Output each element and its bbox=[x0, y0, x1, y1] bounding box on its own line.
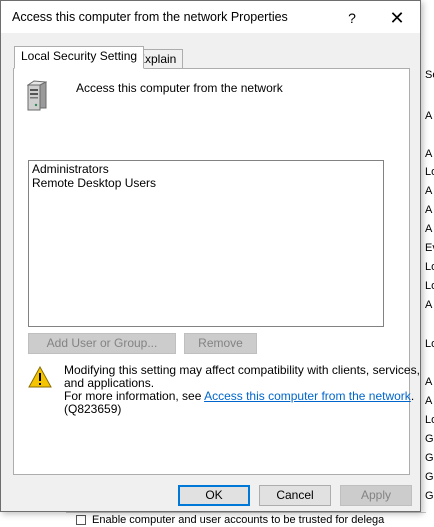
policy-help-link[interactable]: Access this computer from the network bbox=[204, 389, 411, 403]
bg-checkbox bbox=[76, 515, 86, 525]
title-bar[interactable]: Access this computer from the network Pr… bbox=[1, 1, 420, 33]
tab-panel: Access this computer from the network Ad… bbox=[13, 68, 420, 475]
bg-list-item[interactable]: Lo bbox=[425, 280, 434, 292]
ok-button[interactable]: OK bbox=[178, 485, 250, 506]
add-user-or-group-button[interactable]: Add User or Group... bbox=[28, 333, 176, 354]
help-button[interactable]: ? bbox=[337, 7, 367, 29]
dialog-title: Access this computer from the network Pr… bbox=[12, 10, 288, 24]
bg-list-row[interactable]: Enable computer and user accounts to be … bbox=[66, 512, 426, 527]
bg-list-item[interactable]: A bbox=[425, 148, 432, 160]
cancel-button[interactable]: Cancel bbox=[259, 485, 331, 506]
bg-list-item[interactable]: G bbox=[425, 490, 434, 502]
bg-list-item[interactable]: Lo bbox=[425, 338, 434, 350]
bg-list-item[interactable]: G bbox=[425, 471, 434, 483]
warning-info-prefix: For more information, see bbox=[64, 389, 205, 403]
members-listbox[interactable]: Administrators Remote Desktop Users bbox=[28, 160, 384, 327]
close-icon[interactable]: ✕ bbox=[382, 7, 412, 29]
remove-button[interactable]: Remove bbox=[184, 333, 257, 354]
bg-list-item[interactable]: G bbox=[425, 433, 434, 445]
apply-button[interactable]: Apply bbox=[340, 485, 412, 506]
background-policy-list: Se A A Lo A A A Ev Lo Lo A Lo A A Lo G G… bbox=[420, 60, 434, 527]
bg-list-item[interactable]: Lo bbox=[425, 261, 434, 273]
bg-list-item[interactable]: Lo bbox=[425, 414, 434, 426]
bg-list-item[interactable]: Ev bbox=[425, 242, 434, 254]
bg-row-label: Enable computer and user accounts to be … bbox=[92, 514, 385, 526]
list-item[interactable]: Administrators bbox=[32, 162, 109, 176]
bg-list-item[interactable]: A bbox=[425, 110, 432, 122]
policy-name: Access this computer from the network bbox=[76, 81, 283, 95]
bg-list-item[interactable]: G bbox=[425, 452, 434, 464]
bg-list-item[interactable]: A bbox=[425, 223, 432, 235]
server-icon bbox=[27, 80, 47, 111]
compatibility-warning: Modifying this setting may affect compat… bbox=[64, 364, 420, 416]
warning-info-suffix: . bbox=[410, 389, 415, 403]
bg-list-item[interactable]: A bbox=[425, 204, 432, 216]
bg-list-item: Se bbox=[425, 69, 434, 81]
bg-list-item[interactable]: A bbox=[425, 185, 432, 197]
bg-list-item[interactable]: A bbox=[425, 299, 432, 311]
bg-list-item[interactable]: A bbox=[425, 395, 432, 407]
warning-kb-id: (Q823659) bbox=[64, 402, 122, 416]
bg-list-item[interactable]: A bbox=[425, 376, 432, 388]
warning-icon bbox=[28, 366, 52, 388]
bg-list-item[interactable]: Lo bbox=[425, 166, 434, 178]
list-item[interactable]: Remote Desktop Users bbox=[32, 176, 156, 190]
properties-dialog: Access this computer from the network Pr… bbox=[0, 0, 421, 512]
tab-local-security-setting[interactable]: Local Security Setting bbox=[14, 46, 145, 69]
